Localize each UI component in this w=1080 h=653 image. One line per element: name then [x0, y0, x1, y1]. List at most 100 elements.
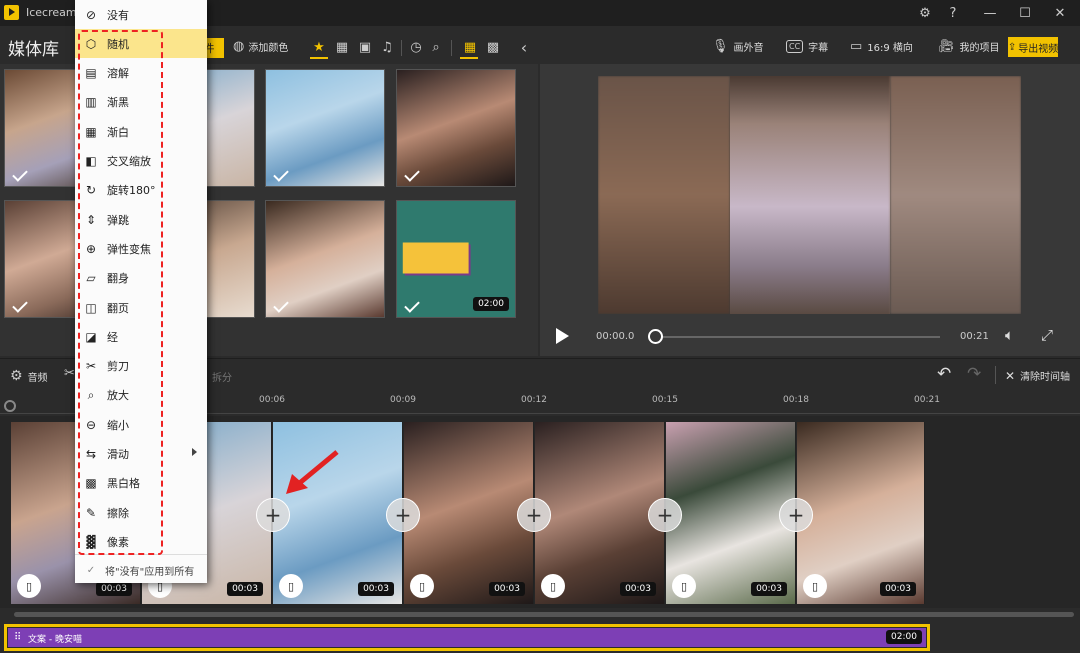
- active-filter-underline: [310, 57, 328, 59]
- app-logo-icon: [4, 5, 19, 20]
- close-button[interactable]: ✕: [1045, 0, 1075, 26]
- add-color-label: 添加颜色: [248, 43, 289, 54]
- undo-icon[interactable]: ↶: [937, 364, 951, 384]
- split-button[interactable]: 拆分: [212, 369, 232, 384]
- media-library-title: 媒体库: [8, 40, 59, 60]
- help-icon[interactable]: ?: [938, 0, 968, 26]
- media-duration-badge: 02:00: [473, 297, 509, 311]
- add-color-button[interactable]: ◍ 添加颜色: [233, 39, 288, 54]
- favorites-star-icon[interactable]: ★: [309, 37, 329, 57]
- clip-edit-icon[interactable]: ▯: [17, 574, 41, 598]
- preview-video[interactable]: [598, 76, 1021, 314]
- video-filter-icon[interactable]: ▦: [332, 37, 352, 57]
- camera-icon: 🎥︎: [938, 39, 955, 54]
- redo-icon[interactable]: ↷: [967, 364, 981, 384]
- sort-icon[interactable]: ◷: [406, 37, 426, 57]
- clip-duration: 00:03: [489, 582, 525, 596]
- scissors-icon[interactable]: ✂: [64, 366, 75, 381]
- ruler-tick-label: 00:18: [783, 395, 809, 405]
- audio-settings-button[interactable]: ⚙ 音频: [10, 368, 48, 384]
- export-icon: ⇪: [1007, 41, 1017, 53]
- subtitles-button[interactable]: CC 字幕: [786, 39, 828, 54]
- search-icon[interactable]: ⌕: [426, 37, 446, 57]
- projects-label: 我的项目: [959, 43, 1000, 54]
- clip-duration: 00:03: [358, 582, 394, 596]
- progress-bar[interactable]: [655, 336, 940, 338]
- fullscreen-icon[interactable]: ⤢: [1041, 326, 1053, 344]
- voiceover-button[interactable]: 🎙︎ 画外音: [712, 39, 764, 54]
- settings-gear-icon[interactable]: ⚙: [910, 0, 940, 26]
- toolbar-divider: [401, 40, 402, 56]
- toolbar-divider: [995, 366, 996, 384]
- thumb-artwork: ▇▇▇: [403, 239, 468, 274]
- clip-edit-icon[interactable]: ▯: [541, 574, 565, 598]
- progress-knob[interactable]: [648, 329, 663, 344]
- preview-blur-left: [598, 76, 730, 314]
- drag-handle-icon[interactable]: ⠿: [14, 632, 21, 643]
- export-label: 导出视频: [1018, 43, 1059, 55]
- apply-all-label: 将"没有"应用到所有: [105, 566, 195, 578]
- subtitles-cc-icon: CC: [786, 40, 804, 53]
- music-filter-icon[interactable]: ♫: [377, 37, 397, 57]
- voiceover-label: 画外音: [733, 43, 764, 54]
- clip-duration: 00:03: [96, 582, 132, 596]
- preview-main-image: [730, 76, 890, 314]
- horizontal-scrollbar[interactable]: [14, 612, 1074, 617]
- audio-label: 音频: [27, 372, 48, 384]
- maximize-button[interactable]: ☐: [1010, 0, 1040, 26]
- annotation-arrow: [286, 450, 339, 494]
- aspect-ratio-button[interactable]: ▭ 16:9 横向: [850, 39, 913, 54]
- ruler-tick-label: 00:15: [652, 395, 678, 405]
- microphone-icon: 🎙︎: [712, 39, 729, 54]
- media-thumb[interactable]: [396, 69, 516, 187]
- current-time: 00:00.0: [596, 331, 635, 342]
- clip-edit-icon[interactable]: ▯: [279, 574, 303, 598]
- add-transition-button[interactable]: +: [386, 498, 420, 532]
- clip-edit-icon[interactable]: ▯: [672, 574, 696, 598]
- add-transition-button[interactable]: +: [517, 498, 551, 532]
- clip-duration: 00:03: [880, 582, 916, 596]
- export-video-button[interactable]: ⇪ 导出视频: [1008, 37, 1058, 57]
- none-icon: ⊘: [85, 7, 97, 22]
- transition-menu-item[interactable]: ⊘ 没有: [75, 0, 207, 29]
- total-time: 00:21: [960, 331, 989, 342]
- add-transition-button[interactable]: +: [256, 498, 290, 532]
- add-transition-button[interactable]: +: [779, 498, 813, 532]
- clip-edit-icon[interactable]: ▯: [803, 574, 827, 598]
- image-filter-icon[interactable]: ▣: [355, 37, 375, 57]
- small-grid-icon[interactable]: ▩: [483, 37, 503, 57]
- timeline-clip[interactable]: ▯ 00:03: [797, 422, 925, 604]
- apply-to-all-button[interactable]: ✓ 将"没有"应用到所有: [75, 557, 207, 583]
- media-thumb[interactable]: [265, 69, 385, 187]
- volume-icon[interactable]: 🔈︎: [1005, 326, 1014, 344]
- annotation-dashed-outline: [78, 30, 163, 555]
- gear-icon: ⚙: [10, 368, 23, 384]
- ruler-tick-label: 00:12: [521, 395, 547, 405]
- media-thumb[interactable]: ▇▇▇ 02:00: [396, 200, 516, 318]
- play-button[interactable]: [556, 328, 569, 344]
- timeline-clip[interactable]: ▯ 00:03: [535, 422, 665, 604]
- add-transition-button[interactable]: +: [648, 498, 682, 532]
- ruler-tick-label: 00:09: [390, 395, 416, 405]
- timeline-clip[interactable]: ▯ 00:03: [666, 422, 796, 604]
- collapse-chevron-icon[interactable]: ‹: [514, 37, 534, 57]
- timeline-clip[interactable]: ▯ 00:03: [404, 422, 534, 604]
- subtitles-label: 字幕: [808, 43, 829, 54]
- clip-duration: 00:03: [751, 582, 787, 596]
- preview-blur-right: [890, 76, 1021, 314]
- transition-menu-label: 没有: [107, 8, 129, 22]
- audio-clip-label: 文案 - 晚安喵: [28, 635, 82, 645]
- clip-duration: 00:03: [620, 582, 656, 596]
- my-projects-button[interactable]: 🎥︎ 我的项目: [938, 39, 1000, 54]
- audio-clip-duration: 02:00: [886, 630, 922, 644]
- large-grid-icon[interactable]: ▦: [460, 37, 480, 57]
- aspect-film-icon: ▭: [850, 39, 863, 54]
- clear-timeline-button[interactable]: ✕ 清除时间轴: [1005, 368, 1070, 384]
- media-thumb[interactable]: [265, 200, 385, 318]
- playhead-handle[interactable]: [4, 400, 16, 412]
- palette-icon: ◍: [233, 39, 245, 54]
- submenu-arrow-icon: [192, 448, 197, 456]
- minimize-button[interactable]: —: [975, 0, 1005, 26]
- clip-edit-icon[interactable]: ▯: [410, 574, 434, 598]
- audio-clip[interactable]: [8, 628, 926, 647]
